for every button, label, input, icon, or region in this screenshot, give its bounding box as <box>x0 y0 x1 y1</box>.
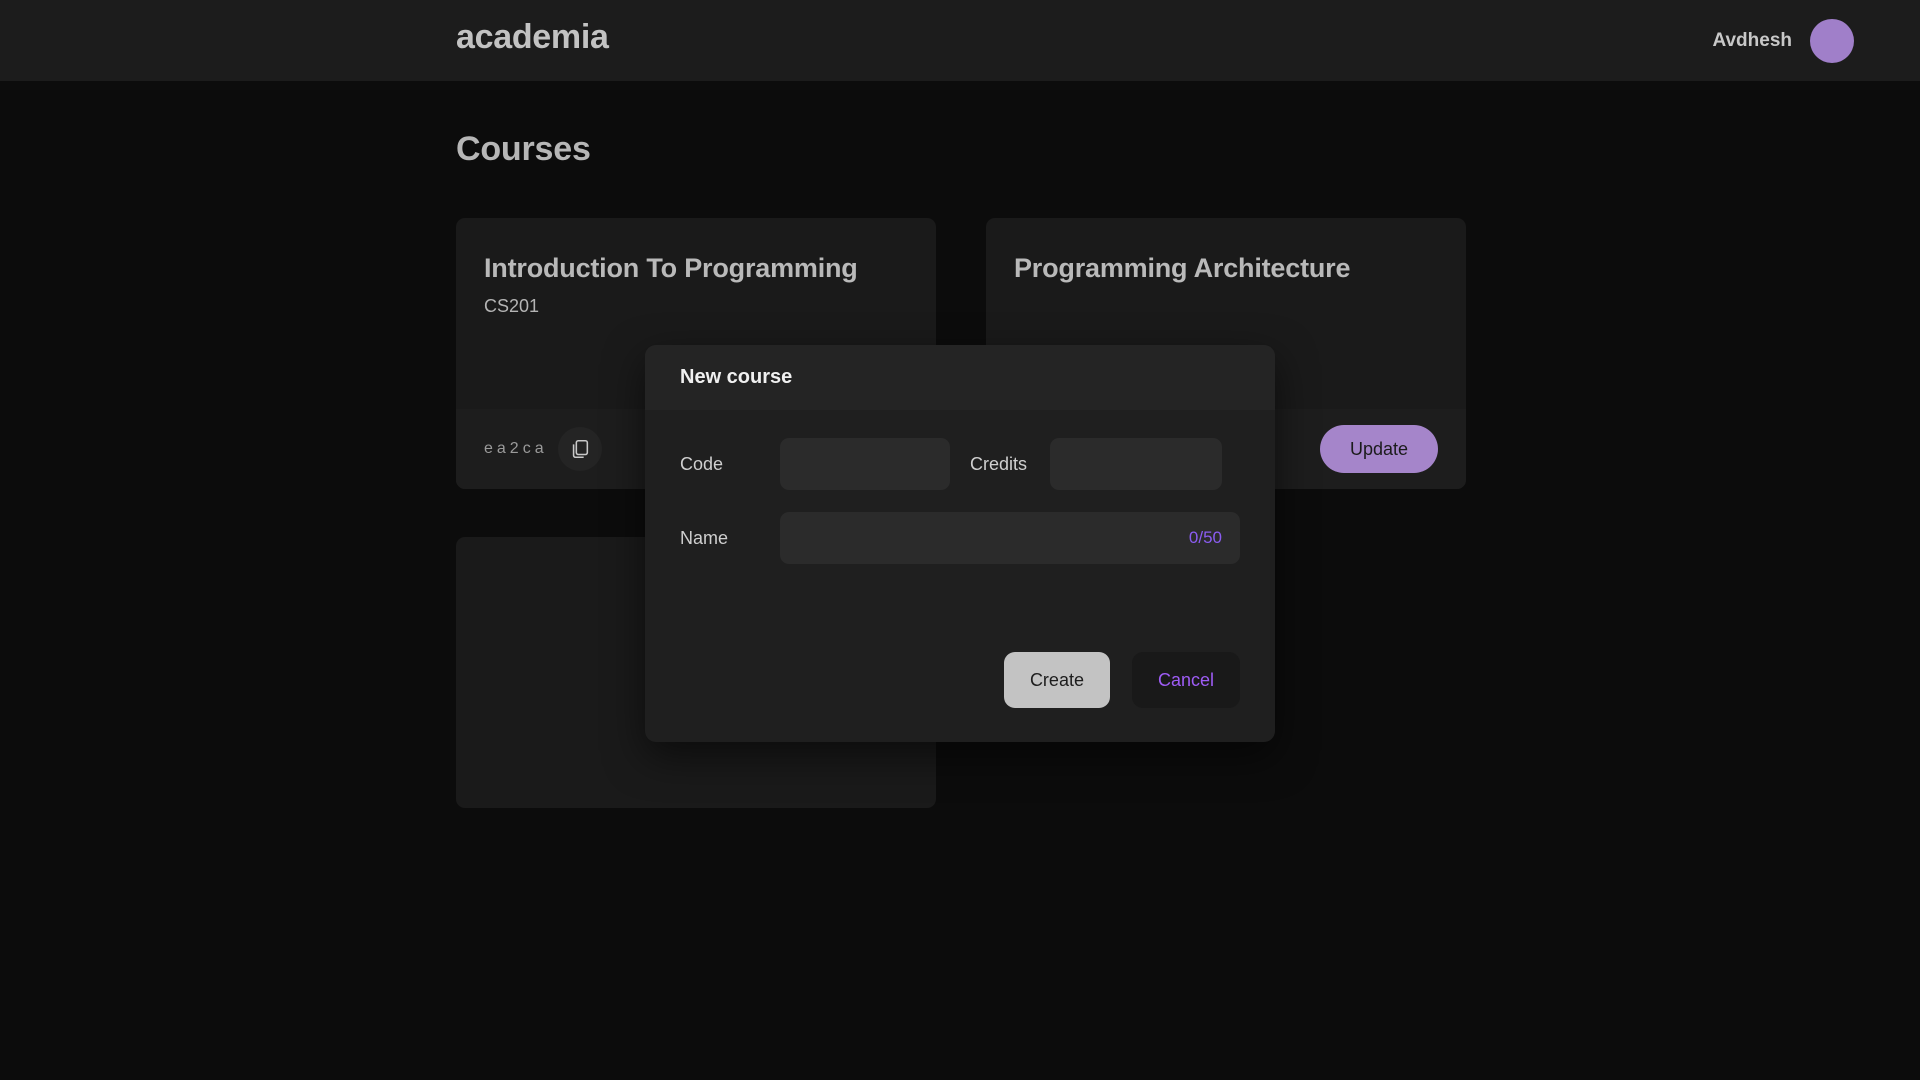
avatar[interactable] <box>1810 18 1854 63</box>
code-input[interactable] <box>780 438 950 490</box>
user-name-label: Avdhesh <box>1712 29 1792 51</box>
app-logo[interactable]: academia <box>456 18 609 57</box>
course-title: Introduction To Programming <box>484 253 858 283</box>
copy-id-button[interactable] <box>557 427 602 471</box>
course-id: ea2ca <box>484 440 548 457</box>
course-card-body: Introduction To Programming CS201 <box>456 218 936 317</box>
course-id-group: ea2ca <box>484 427 602 471</box>
name-field-wrapper: 0/50 <box>780 512 1240 564</box>
modal-header: New course <box>645 345 1275 410</box>
cancel-button[interactable]: Cancel <box>1131 652 1240 708</box>
name-label: Name <box>680 527 729 548</box>
code-label: Code <box>680 453 724 474</box>
course-title: Programming Architecture <box>1014 253 1351 283</box>
modal-body: Code Credits Name 0/50 <box>645 410 1275 564</box>
name-row: Name 0/50 <box>680 512 1240 564</box>
create-button[interactable]: Create <box>1003 652 1110 708</box>
credits-input[interactable] <box>1050 438 1222 490</box>
copy-icon <box>569 438 591 460</box>
header-user-area: Avdhesh <box>1712 0 1854 81</box>
update-course-button[interactable]: Update <box>1319 425 1438 473</box>
new-course-modal: New course Code Credits Name 0/50 Create… <box>645 345 1275 742</box>
code-credits-row: Code Credits <box>680 438 1240 490</box>
page-title: Courses <box>456 130 591 168</box>
credits-label: Credits <box>970 453 1028 474</box>
name-input[interactable] <box>780 512 1240 564</box>
modal-actions: Create Cancel <box>1003 652 1240 708</box>
course-code: CS201 <box>484 295 540 316</box>
modal-title: New course <box>680 366 793 388</box>
app-header: academia Avdhesh <box>0 0 1920 81</box>
course-card-body: Programming Architecture <box>986 218 1466 287</box>
